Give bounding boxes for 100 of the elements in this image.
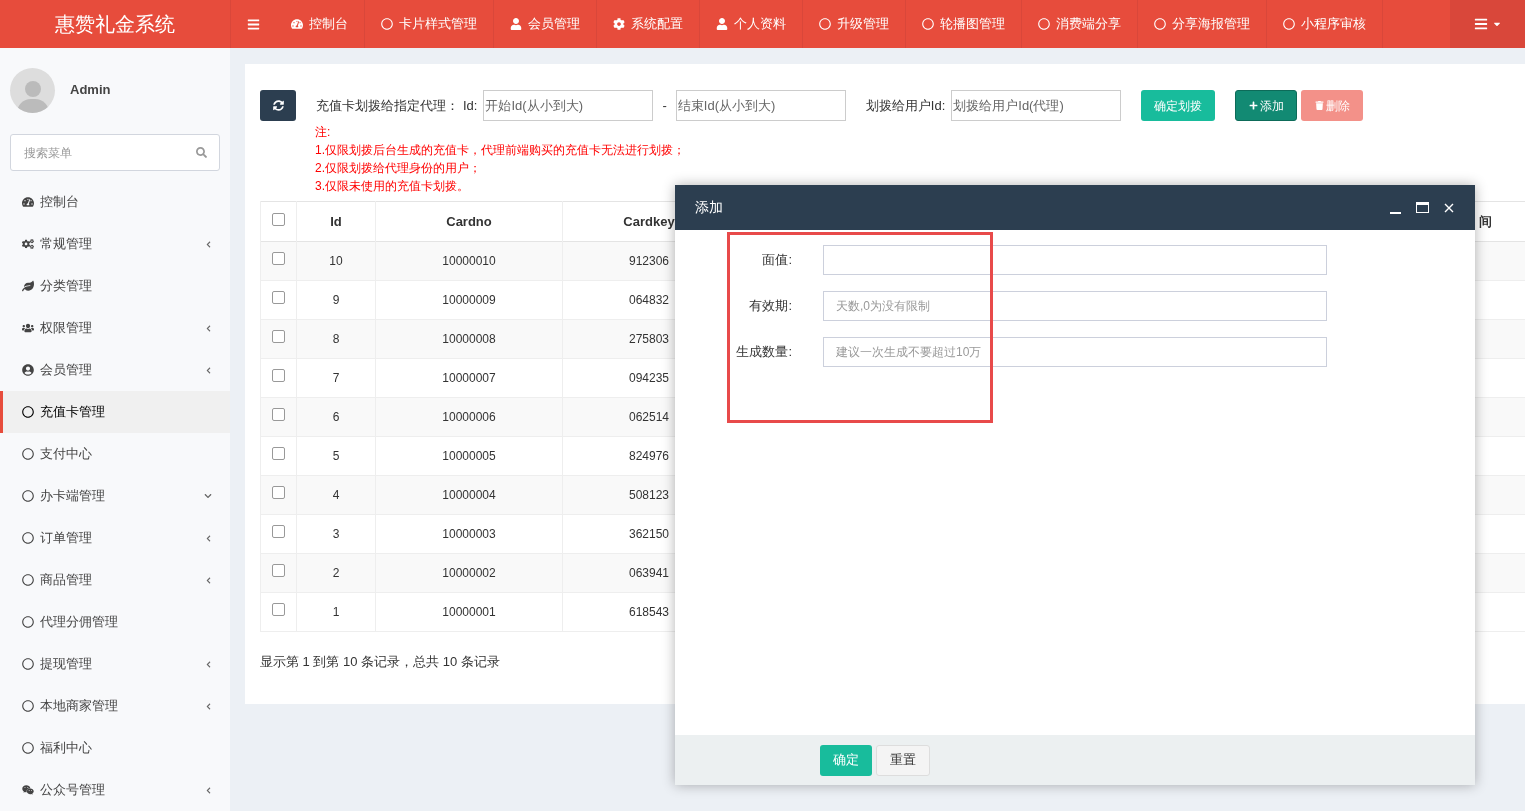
start-id-field[interactable]: 开始Id(从小到大) (483, 90, 654, 121)
sidebar-item[interactable]: 充值卡管理 (0, 391, 230, 433)
table-cell: 10000004 (375, 475, 563, 515)
table-cell: 8 (296, 319, 376, 359)
table-cell: 10000010 (375, 241, 563, 281)
table-cell: 6 (296, 397, 376, 437)
user-name: Admin (70, 81, 111, 100)
search-icon (196, 147, 207, 158)
checkbox[interactable] (272, 369, 285, 382)
gear-icon (613, 18, 625, 30)
checkbox[interactable] (272, 408, 285, 421)
sidebar-item[interactable]: 权限管理 (0, 307, 230, 349)
user-icon (510, 18, 522, 30)
users-icon (22, 322, 34, 334)
trash-icon (1314, 101, 1324, 110)
sidebar-item[interactable]: 办卡端管理 (0, 475, 230, 517)
table-cell: 10000009 (375, 280, 563, 320)
app-title: 惠赞礼金系统 (55, 12, 175, 37)
field-label: 生成数量: (735, 343, 792, 362)
nav-tab[interactable]: 会员管理 (494, 0, 597, 48)
id-label: Id: (463, 96, 478, 115)
avatar-icon (10, 67, 55, 113)
wechat-icon (22, 784, 34, 796)
note-text: 1.仅限划拨后台生成的充值卡，代理前端购买的充值卡无法进行划拨； (315, 142, 686, 159)
sidebar-item[interactable]: 订单管理 (0, 517, 230, 559)
nav-dropdown-button[interactable] (1450, 0, 1525, 48)
nav-tab[interactable]: 个人资料 (700, 0, 803, 48)
table-cell: 3 (296, 514, 376, 554)
nav-tab[interactable]: 小程序审核 (1267, 0, 1383, 48)
table-cell: 4 (296, 475, 376, 515)
gears-icon (22, 238, 34, 250)
table-cell: 9 (296, 280, 376, 320)
user-icon (716, 18, 728, 30)
sidebar-item[interactable]: 控制台 (0, 181, 230, 223)
column-header: 间 (1479, 213, 1492, 229)
checkbox[interactable] (272, 564, 285, 577)
note-text: 3.仅限未使用的充值卡划拨。 (315, 178, 470, 195)
dialog-title: 添加 (695, 198, 724, 217)
table-cell: 10000006 (375, 397, 563, 437)
table-cell: 10000008 (375, 319, 563, 359)
form-field[interactable]: 建议一次生成不要超过10万 (823, 337, 1327, 367)
table-cell: 10 (296, 241, 376, 281)
table-cell: 2 (296, 553, 376, 593)
checkbox[interactable] (272, 603, 285, 616)
sidebar-item[interactable]: 福利中心 (0, 727, 230, 769)
nav-tab[interactable]: 分享海报管理 (1138, 0, 1267, 48)
reset-button[interactable]: 重置 (876, 744, 930, 776)
nav-tab[interactable]: 卡片样式管理 (365, 0, 494, 48)
checkbox[interactable] (272, 252, 285, 265)
sidebar-item[interactable]: 公众号管理 (0, 769, 230, 811)
leaf-icon (22, 280, 34, 292)
nav-tab[interactable]: 消费端分享 (1022, 0, 1138, 48)
checkbox[interactable] (272, 330, 285, 343)
sidebar-item[interactable]: 常规管理 (0, 223, 230, 265)
column-header: Cardno (375, 201, 563, 242)
table-cell: 10000003 (375, 514, 563, 554)
nav-tab[interactable]: 轮播图管理 (906, 0, 1022, 48)
sidebar-item[interactable]: 代理分佣管理 (0, 601, 230, 643)
refresh-button[interactable] (260, 90, 296, 121)
nav-tab[interactable]: 系统配置 (597, 0, 700, 48)
table-cell: 10000002 (375, 553, 563, 593)
table-cell: 10000005 (375, 436, 563, 476)
sidebar-item[interactable]: 会员管理 (0, 349, 230, 391)
table-cell: 1 (296, 592, 376, 632)
table-cell: 10000007 (375, 358, 563, 398)
menu-icon (246, 17, 260, 31)
table-cell: 5 (296, 436, 376, 476)
end-id-field[interactable]: 结束Id(从小到大) (675, 90, 846, 121)
sidebar-item[interactable]: 提现管理 (0, 643, 230, 685)
sidebar-item[interactable]: 本地商家管理 (0, 685, 230, 727)
field-label: 有效期: (748, 297, 792, 316)
search-field[interactable]: 搜索菜单 (10, 134, 220, 171)
dashboard-icon (291, 18, 303, 30)
maximize-button[interactable] (1416, 202, 1429, 213)
checkbox[interactable] (272, 291, 285, 304)
nav-tab[interactable]: 控制台 (275, 0, 365, 48)
sidebar-item[interactable]: 支付中心 (0, 433, 230, 475)
column-header: Id (296, 201, 376, 242)
table-cell: 10000001 (375, 592, 563, 632)
close-icon (1444, 202, 1454, 213)
refresh-icon (272, 100, 284, 111)
note-text: 2.仅限划拨给代理身份的用户； (315, 160, 482, 177)
range-separator: - (662, 96, 667, 115)
dashboard-icon (22, 196, 34, 208)
add-button[interactable]: 添加 (1235, 90, 1298, 121)
form-field[interactable] (823, 245, 1327, 275)
nav-tab[interactable]: 升级管理 (803, 0, 906, 48)
user-id-field[interactable]: 划拨给用户Id(代理) (951, 90, 1122, 121)
note-text: 注: (315, 124, 332, 141)
checkbox[interactable] (272, 486, 285, 499)
user-id-label: 划拨给用户Id: (865, 96, 946, 115)
checkbox[interactable] (272, 525, 285, 538)
field-label: 面值: (761, 251, 792, 270)
close-button[interactable] (1443, 201, 1455, 214)
form-field[interactable]: 天数,0为没有限制 (823, 291, 1327, 321)
checkbox[interactable] (272, 212, 285, 226)
sidebar-item[interactable]: 分类管理 (0, 265, 230, 307)
sidebar-item[interactable]: 商品管理 (0, 559, 230, 601)
checkbox[interactable] (272, 447, 285, 460)
transfer-label: 充值卡划拨给指定代理： (316, 96, 459, 115)
